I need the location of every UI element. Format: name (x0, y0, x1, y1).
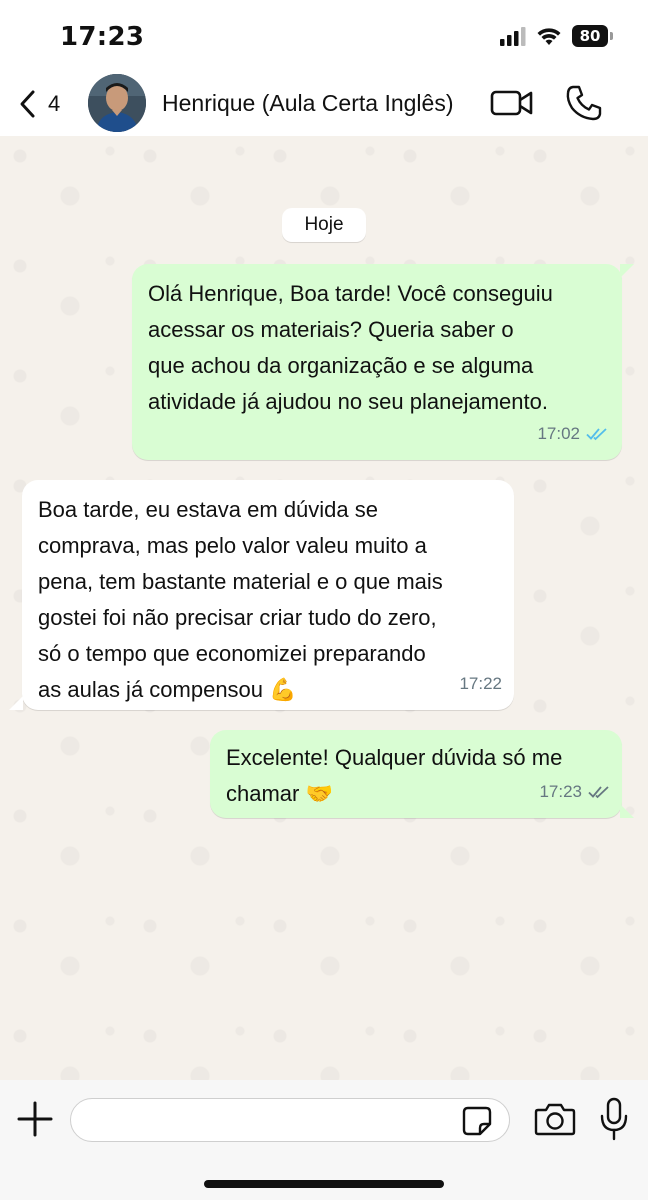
signal-icon (500, 27, 526, 46)
video-call-icon[interactable] (490, 86, 534, 120)
message-text: Excelente! Qualquer dúvida só me chamar (226, 745, 563, 806)
date-separator: Hoje (282, 208, 366, 242)
top-bar: 17:23 80 4 Henrique (Aula Certa Inglês) (0, 0, 648, 136)
flexed-biceps-emoji: 💪 (269, 677, 297, 702)
status-icons: 80 (500, 22, 613, 50)
contact-name[interactable]: Henrique (Aula Certa Inglês) (162, 90, 453, 117)
wifi-icon (537, 28, 561, 45)
message-text: Olá Henrique, Boa tarde! Você conseguiu … (148, 281, 553, 414)
avatar-image (88, 74, 146, 132)
unread-count: 4 (48, 91, 61, 116)
bubble-tail (9, 696, 23, 710)
back-chevron-icon (20, 90, 35, 118)
status-time: 17:23 (60, 22, 145, 52)
battery-icon: 80 (572, 25, 613, 47)
message-text-block: Boa tarde, eu estava em dúvida se compra… (38, 492, 508, 708)
chat-header: 4 Henrique (Aula Certa Inglês) (0, 72, 648, 136)
delivered-ticks-icon (588, 786, 609, 799)
back-button[interactable]: 4 (18, 84, 78, 124)
bubble-tail (620, 264, 634, 278)
microphone-icon[interactable] (598, 1096, 630, 1142)
message-bubble-outgoing[interactable]: Excelente! Qualquer dúvida só me chamar … (210, 730, 622, 818)
phone-icon[interactable] (564, 84, 604, 122)
plus-icon[interactable] (14, 1098, 56, 1140)
sticker-icon[interactable] (460, 1104, 494, 1138)
message-meta: 17:23 (539, 774, 610, 810)
message-bubble-outgoing[interactable]: Olá Henrique, Boa tarde! Você conseguiu … (132, 264, 622, 460)
message-time: 17:22 (459, 674, 502, 693)
message-meta: 17:22 (459, 666, 502, 702)
camera-icon[interactable] (534, 1100, 576, 1138)
message-time: 17:23 (539, 782, 582, 801)
handshake-emoji: 🤝 (305, 781, 333, 806)
avatar[interactable] (88, 74, 146, 132)
bubble-tail (620, 804, 634, 818)
read-ticks-icon (586, 428, 607, 441)
chat-area[interactable]: Hoje Olá Henrique, Boa tarde! Você conse… (0, 136, 648, 1080)
home-indicator[interactable] (204, 1180, 444, 1188)
message-meta: 17:02 (537, 416, 608, 452)
message-time: 17:02 (537, 424, 580, 443)
message-bubble-incoming[interactable]: Boa tarde, eu estava em dúvida se compra… (22, 480, 514, 710)
battery-level: 80 (579, 27, 601, 45)
message-input[interactable] (70, 1098, 510, 1142)
message-text: Boa tarde, eu estava em dúvida se compra… (38, 497, 443, 702)
